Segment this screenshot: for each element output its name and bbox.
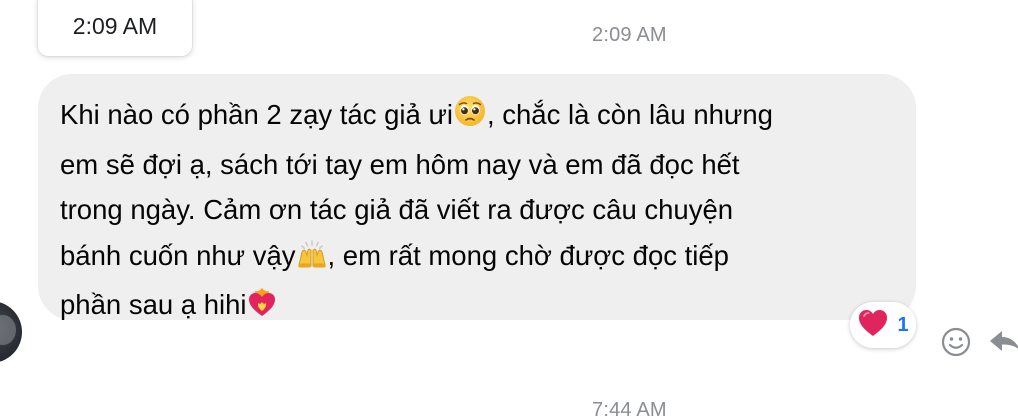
message-line-1: Khi nào có phần 2 zạy tác giả ưi , chắc … xyxy=(60,92,896,142)
timestamp-divider-top: 2:09 AM xyxy=(592,24,667,46)
message-line-5: phần sau ạ hihi xyxy=(60,282,896,332)
message-line-2: em sẽ đợi ạ, sách tới tay em hôm nay và … xyxy=(60,148,740,180)
message-line-1-text-b: , chắc là còn lâu nhưng xyxy=(486,99,773,130)
message-line-4: bánh cuốn như vậy , em rất mong chờ được… xyxy=(60,233,896,283)
message-line-5-text-a: phần sau ạ hihi xyxy=(60,289,247,320)
message-bubble[interactable]: Khi nào có phần 2 zạy tác giả ưi , chắc … xyxy=(38,74,916,320)
message-line-4-text-b: , em rất mong chờ được đọc tiếp xyxy=(327,239,729,271)
reaction-pill[interactable]: 1 xyxy=(850,302,916,348)
message-line-3: trong ngày. Cảm ơn tác giả đã viết ra đư… xyxy=(60,194,734,225)
message-line-1-text-a: Khi nào có phần 2 zạy tác giả ưi xyxy=(60,99,453,130)
pleading-face-icon xyxy=(453,94,487,142)
react-smiley-icon[interactable] xyxy=(940,326,972,358)
reply-arrow-icon[interactable] xyxy=(988,326,1018,358)
timestamp-divider-bottom: 7:44 AM xyxy=(592,399,667,416)
raising-hands-icon xyxy=(296,237,328,283)
message-line-4-text-a: bánh cuốn như vậy xyxy=(60,239,296,271)
avatar[interactable] xyxy=(0,301,22,363)
chat-thread: 2:09 AM 2:09 AM Khi nào có phần 2 zạy tá… xyxy=(0,0,1018,416)
heart-on-fire-icon xyxy=(247,286,277,332)
tooltip-time: 2:09 AM xyxy=(72,12,158,39)
time-tooltip: 2:09 AM xyxy=(38,0,192,56)
reaction-count: 1 xyxy=(897,313,909,336)
red-heart-icon xyxy=(857,308,889,343)
